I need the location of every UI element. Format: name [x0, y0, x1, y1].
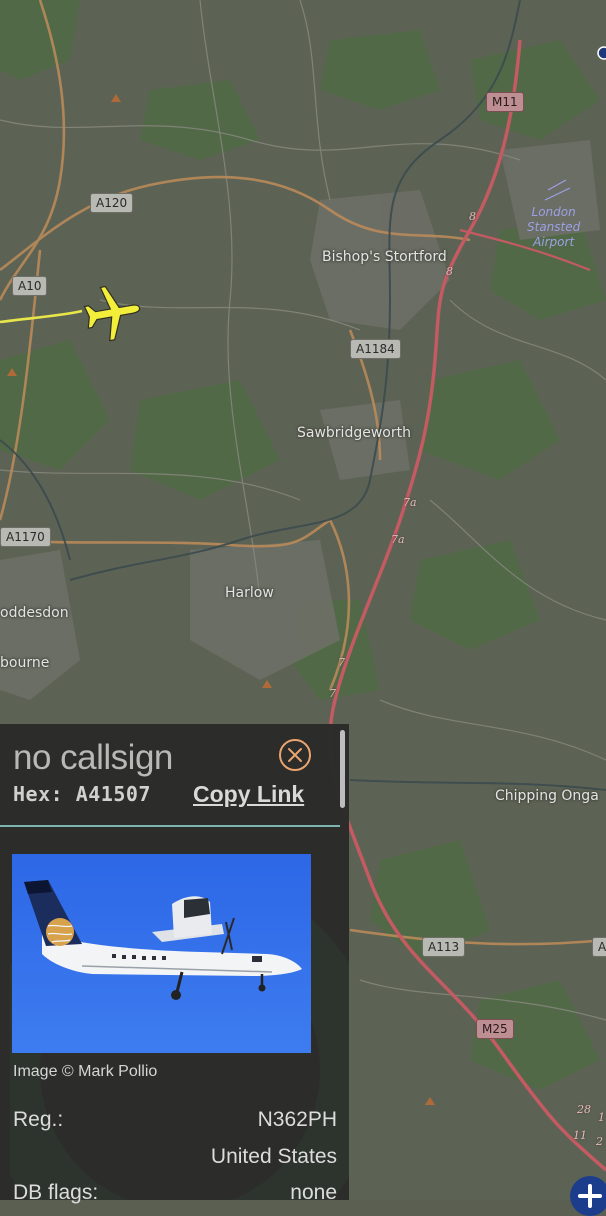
- junction-number: 8: [446, 265, 453, 278]
- map-label-sawbridgeworth: Sawbridgeworth: [297, 425, 411, 441]
- road-shield-a1170: A1170: [0, 527, 51, 547]
- hex-row: Hex: A41507: [13, 782, 151, 806]
- close-button[interactable]: [279, 739, 311, 771]
- junction-number: 1: [598, 1111, 605, 1124]
- road-shield-m11: M11: [486, 92, 524, 112]
- hex-label: Hex:: [13, 782, 64, 806]
- aircraft-photo[interactable]: [12, 854, 311, 1053]
- road-shield-a120: A120: [90, 193, 134, 213]
- junction-number: 7a: [391, 533, 405, 546]
- panel-scrollbar[interactable]: [340, 730, 345, 808]
- junction-number: 7: [329, 687, 336, 700]
- zoom-in-button[interactable]: [570, 1176, 606, 1216]
- map-label-harlow: Harlow: [225, 585, 274, 601]
- road-shield-m25: M25: [476, 1019, 514, 1039]
- road-shield-a10: A10: [12, 276, 48, 296]
- junction-number: 2: [596, 1135, 603, 1148]
- junction-number: 7a: [403, 496, 417, 509]
- reg-value: N362PH: [257, 1108, 337, 1131]
- junction-number: 28: [577, 1103, 591, 1116]
- junction-number: 11: [573, 1129, 587, 1142]
- map-label-stansted-airport: London Stansted Airport: [527, 205, 580, 250]
- map-label-hoddesdon: oddesdon: [0, 605, 69, 621]
- airport-label-line: Stansted: [527, 220, 581, 234]
- copy-link-button[interactable]: Copy Link: [193, 781, 304, 808]
- junction-number: 7: [338, 656, 345, 669]
- plus-icon: [578, 1184, 602, 1208]
- map-control-icon[interactable]: [594, 46, 606, 60]
- db-flags-value: none: [290, 1181, 337, 1204]
- airport-label-line: London: [531, 205, 576, 219]
- map-label-bishops-stortford: Bishop's Stortford: [322, 249, 447, 265]
- road-shield-a1184: A1184: [350, 339, 401, 359]
- reg-label: Reg.:: [13, 1108, 64, 1131]
- map-label-chipping-ongar: Chipping Onga: [495, 788, 599, 804]
- panel-divider: [0, 825, 340, 827]
- db-flags-label: DB flags:: [13, 1181, 99, 1204]
- road-shield-a113: A113: [422, 937, 466, 957]
- country-value: United States: [210, 1145, 337, 1168]
- hex-value: A41507: [75, 782, 151, 806]
- image-credit: Image © Mark Pollio: [13, 1063, 158, 1080]
- junction-number: 8: [469, 210, 476, 223]
- airport-label-line: Airport: [533, 235, 575, 249]
- road-shield-a-partial: A: [592, 937, 606, 957]
- callsign-title: no callsign: [13, 738, 173, 777]
- close-icon: [288, 748, 302, 762]
- aircraft-icon[interactable]: [80, 282, 142, 344]
- map-label-broxbourne: bourne: [0, 655, 50, 671]
